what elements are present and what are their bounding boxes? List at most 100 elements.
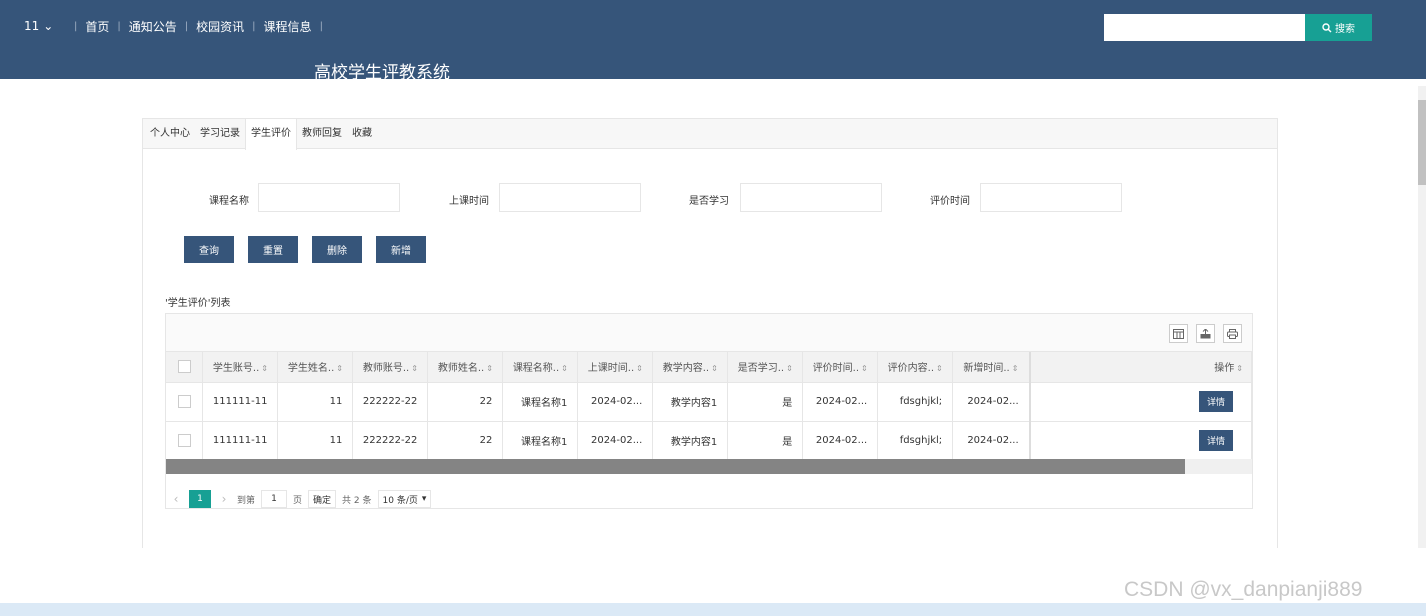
column-label: 教师姓名.. <box>437 363 485 375</box>
column-label: 评价时间.. <box>812 363 860 375</box>
tab-student-evaluation[interactable]: 学生评价 <box>245 119 297 150</box>
site-title: 高校学生评教系统 <box>314 63 450 83</box>
column-header-student-name[interactable]: 学生姓名.. ⇕ <box>277 352 354 383</box>
studied-cell: 是 <box>727 421 804 461</box>
class-time-cell: 2024-02... <box>577 421 654 461</box>
sort-icon[interactable]: ⇕ <box>786 364 793 373</box>
list-title: '学生评价'列表 <box>165 298 231 309</box>
column-header-created-time[interactable]: 新增时间.. ⇕ <box>952 352 1031 383</box>
filter-label-evaluation-time: 评价时间 <box>930 196 970 207</box>
student-account-cell: 111111-11 <box>202 421 279 461</box>
nav-divider: | <box>252 21 256 32</box>
nav-item-campus-news[interactable]: 校园资讯 <box>196 18 244 35</box>
teacher-name-cell: 22 <box>427 421 504 461</box>
page-unit-label: 页 <box>293 495 303 506</box>
column-header-teaching-content[interactable]: 教学内容.. ⇕ <box>652 352 729 383</box>
column-header-teacher-account[interactable]: 教师账号.. ⇕ <box>352 352 429 383</box>
evaluation-time-cell: 2024-02... <box>802 421 879 461</box>
tab-teacher-reply[interactable]: 教师回复 <box>297 119 347 148</box>
row-select-cell <box>166 382 204 422</box>
watermark: CSDN @vx_danpianji889 <box>1124 578 1363 601</box>
export-button[interactable] <box>1196 324 1215 343</box>
nav-item-home[interactable]: 首页 <box>85 18 109 35</box>
course-name-cell: 课程名称1 <box>502 421 579 461</box>
column-label: 学生姓名.. <box>287 363 335 375</box>
page-jump-input[interactable]: 1 <box>261 490 288 508</box>
evaluation-time-cell: 2024-02... <box>802 382 879 422</box>
evaluation-time-field[interactable] <box>980 183 1122 212</box>
page-size-select[interactable]: 10 条/页 ▾ <box>377 490 432 508</box>
sort-icon[interactable]: ⇕ <box>1236 364 1243 373</box>
page-size-value: 10 条/页 <box>382 495 418 506</box>
tab-favorites[interactable]: 收藏 <box>347 119 377 148</box>
query-button[interactable]: 查询 <box>184 236 234 263</box>
evaluation-content-cell: fdsghjkl; <box>877 421 954 461</box>
column-header-course-name[interactable]: 课程名称.. ⇕ <box>502 352 579 383</box>
course-name-cell: 课程名称1 <box>502 382 579 422</box>
teacher-account-cell: 222222-22 <box>352 382 429 422</box>
column-header-actions[interactable]: 操作 ⇕ <box>1028 352 1252 383</box>
sort-icon[interactable]: ⇕ <box>561 364 568 373</box>
search-input[interactable] <box>1104 14 1305 41</box>
sort-icon[interactable]: ⇕ <box>636 364 643 373</box>
print-button[interactable] <box>1223 324 1242 343</box>
table-row: 111111-11 11 222222-22 22 课程名称1 2024-02.… <box>166 421 1252 461</box>
prev-page-icon[interactable]: ‹ <box>169 492 183 506</box>
user-menu[interactable]: 11 ⌄ <box>24 19 53 33</box>
nav-divider: | <box>117 21 121 32</box>
column-header-evaluation-time[interactable]: 评价时间.. ⇕ <box>802 352 879 383</box>
nav-item-courses[interactable]: 课程信息 <box>264 18 312 35</box>
sort-icon[interactable]: ⇕ <box>1012 364 1019 373</box>
tab-study-records[interactable]: 学习记录 <box>195 119 245 148</box>
select-all-checkbox[interactable] <box>177 360 191 374</box>
search-button[interactable]: 搜索 <box>1305 14 1372 41</box>
next-page-icon[interactable]: › <box>217 492 231 506</box>
sort-icon[interactable]: ⇕ <box>486 364 493 373</box>
column-header-teacher-name[interactable]: 教师姓名.. ⇕ <box>427 352 504 383</box>
sort-icon[interactable]: ⇕ <box>261 364 268 373</box>
sort-icon[interactable]: ⇕ <box>336 364 343 373</box>
confirm-page-button[interactable]: 确定 <box>308 490 337 508</box>
actions-cell: 详情 <box>1028 421 1252 461</box>
sort-icon[interactable]: ⇕ <box>936 364 943 373</box>
row-checkbox[interactable] <box>177 395 191 408</box>
nav-divider: | <box>74 21 78 32</box>
detail-button[interactable]: 详情 <box>1198 391 1233 412</box>
pagination: ‹ 1 › 到第 1 页 确定 共 2 条 10 条/页 ▾ <box>165 488 1253 510</box>
nav-divider: | <box>319 21 323 32</box>
class-time-field[interactable] <box>499 183 641 212</box>
column-label: 评价内容.. <box>887 363 935 375</box>
actions-cell: 详情 <box>1028 382 1252 422</box>
column-header-evaluation-content[interactable]: 评价内容.. ⇕ <box>877 352 954 383</box>
row-checkbox[interactable] <box>177 434 191 447</box>
evaluation-table: 学生账号.. ⇕ 学生姓名.. ⇕ 教师账号.. ⇕ 教师姓名.. ⇕ 课程名称.. ⇕ … <box>166 352 1252 461</box>
reset-button[interactable]: 重置 <box>248 236 298 263</box>
main-nav: | 首页 | 通知公告 | 校园资讯 | 课程信息 | <box>66 18 331 35</box>
column-header-studied[interactable]: 是否学习.. ⇕ <box>727 352 804 383</box>
chevron-down-icon: ▾ <box>421 494 427 504</box>
filter-label-course-name: 课程名称 <box>209 196 249 207</box>
total-count: 共 2 条 <box>342 495 372 506</box>
column-header-class-time[interactable]: 上课时间.. ⇕ <box>577 352 654 383</box>
teacher-name-cell: 22 <box>427 382 504 422</box>
page-number-current[interactable]: 1 <box>189 490 211 508</box>
course-name-field[interactable] <box>258 183 400 212</box>
column-header-student-account[interactable]: 学生账号.. ⇕ <box>202 352 279 383</box>
print-icon <box>1227 328 1238 339</box>
page-scrollbar-thumb[interactable] <box>1418 100 1426 185</box>
delete-button[interactable]: 删除 <box>312 236 362 263</box>
teacher-account-cell: 222222-22 <box>352 421 429 461</box>
studied-field[interactable] <box>740 183 882 212</box>
tab-personal-center[interactable]: 个人中心 <box>145 119 195 148</box>
student-name-cell: 11 <box>277 382 354 422</box>
column-label: 是否学习.. <box>737 363 785 375</box>
search-icon <box>1322 22 1332 32</box>
sort-icon[interactable]: ⇕ <box>411 364 418 373</box>
table-hscroll-thumb[interactable] <box>166 459 1185 474</box>
add-button[interactable]: 新增 <box>376 236 426 263</box>
detail-button[interactable]: 详情 <box>1198 430 1233 451</box>
nav-item-notices[interactable]: 通知公告 <box>129 18 177 35</box>
columns-filter-button[interactable] <box>1169 324 1188 343</box>
sort-icon[interactable]: ⇕ <box>711 364 718 373</box>
sort-icon[interactable]: ⇕ <box>861 364 868 373</box>
